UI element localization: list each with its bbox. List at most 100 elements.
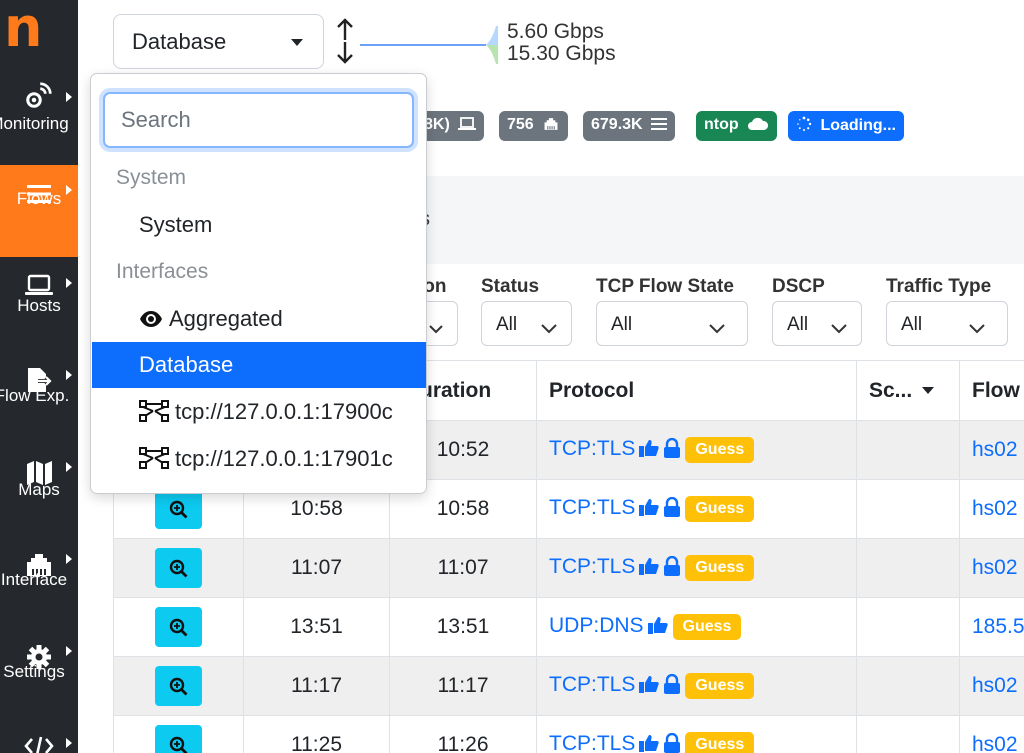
thumbs-up-icon [639,735,660,752]
flow-link[interactable]: 185.5 [959,597,1024,657]
chevron-down-icon [429,318,443,340]
thumbs-up-icon [639,440,660,457]
l4-protocol-link[interactable]: TCP [549,555,591,578]
search-plus-icon [169,677,188,696]
upload-speed: 5.60 Gbps [507,20,604,43]
l4-protocol-link[interactable]: TCP [549,496,591,519]
chevron-down-icon [831,318,847,340]
protocol-cell: TCP:TLS Guess [536,715,857,753]
lock-icon [664,673,681,694]
hosts-count-badge[interactable]: 8K) [418,111,485,141]
loading-badge[interactable]: Loading... [788,111,904,141]
flow-link[interactable]: hs02 [959,715,1024,753]
chevron-down-icon [709,318,725,340]
l7-protocol-link[interactable]: DNS [599,614,643,637]
guess-badge: Guess [685,496,755,522]
filter-dscp-select[interactable]: All [772,301,862,346]
interface-select[interactable]: Database [113,14,324,69]
lock-icon [664,437,681,458]
table-row: 11:07 11:07 TCP:TLS Guess hs02 [113,538,1024,598]
duration-cell: 13:51 [389,597,537,657]
caret-right-icon [66,554,72,564]
first-seen-cell: 11:17 [243,656,390,716]
sidebar-item-hosts[interactable]: Hosts [0,266,78,358]
column-header-score[interactable]: Sc... [856,360,960,421]
l4-protocol-link[interactable]: UDP [549,614,593,637]
spinner-icon [797,116,812,131]
ethernet-icon [544,118,558,130]
zoom-flow-button[interactable] [155,607,202,647]
lock-icon [664,555,681,576]
caret-right-icon [66,370,72,380]
l4-protocol-link[interactable]: TCP [549,437,591,460]
dropdown-item-aggregated[interactable]: Aggregated [92,296,426,342]
dropdown-group-header-interfaces: Interfaces [116,260,209,283]
sidebar: n Monitoring Flows Hosts Flow Exp. Map [0,0,78,753]
l4-protocol-link[interactable]: TCP [549,732,591,753]
bars-icon [651,118,668,130]
sidebar-item-developer[interactable] [0,726,78,753]
cloud-icon [748,117,769,130]
flow-link[interactable]: hs02 [959,656,1024,716]
sidebar-item-maps[interactable]: Maps [0,450,78,542]
laptop-icon [458,117,477,130]
flow-link[interactable]: hs02 [959,479,1024,539]
l7-protocol-link[interactable]: TLS [597,732,636,753]
lock-icon [664,732,681,753]
thumbs-up-icon [639,676,660,693]
sidebar-item-flow-exporters[interactable]: Flow Exp. [0,358,78,450]
first-seen-cell: 13:51 [243,597,390,657]
flows-count-badge[interactable]: 679.3K [583,111,676,141]
guess-badge: Guess [685,555,755,581]
chevron-down-icon [969,318,985,340]
l7-protocol-link[interactable]: TLS [597,555,636,578]
zoom-flow-button[interactable] [155,725,202,753]
l4-protocol-link[interactable]: TCP [549,673,591,696]
column-header-flow[interactable]: Flow [959,360,1024,421]
ntopng-logo[interactable]: n [4,1,48,58]
flow-link[interactable]: hs02 [959,420,1024,480]
interface-search-input[interactable] [103,92,414,148]
sidebar-item-label: Monitoring [0,114,69,133]
flow-link[interactable]: hs02 [959,538,1024,598]
filter-status-select[interactable]: All [481,301,572,346]
network-hub-icon [139,447,169,469]
dropdown-item-database[interactable]: Database [92,342,426,388]
sidebar-item-flows[interactable]: Flows [0,165,78,257]
filter-label-dscp: DSCP [772,276,825,297]
guess-badge: Guess [685,732,755,753]
dropdown-item-tcp-17901[interactable]: tcp://127.0.0.1:17901c [92,436,426,482]
dropdown-item-tcp-17900[interactable]: tcp://127.0.0.1:17900c [92,389,426,435]
protocol-cell: TCP:TLS Guess [536,656,857,716]
sidebar-item-monitoring[interactable]: Monitoring [0,80,78,172]
dropdown-item-system[interactable]: System [92,202,426,248]
sidebar-item-interface[interactable]: Interface [0,542,78,634]
caret-right-icon [66,278,72,288]
filter-tcp-flow-state-select[interactable]: All [596,301,748,346]
l7-protocol-link[interactable]: TLS [597,673,636,696]
guess-badge: Guess [685,437,755,463]
ntop-cloud-badge[interactable]: ntop [696,111,778,141]
duration-cell: 11:26 [389,715,537,753]
traffic-sparkline [360,26,498,64]
lock-icon [664,496,681,517]
updown-arrows-icon [334,18,356,64]
network-hub-icon [139,400,169,422]
filter-traffic-type-select[interactable]: All [886,301,1008,346]
protocol-cell: TCP:TLS Guess [536,538,857,598]
sidebar-item-settings[interactable]: Settings [0,634,78,726]
devices-count-badge[interactable]: 756 [499,111,569,141]
eye-icon [140,311,162,327]
l7-protocol-link[interactable]: TLS [597,496,636,519]
column-header-protocol[interactable]: Protocol [536,360,857,421]
table-row: 13:51 13:51 UDP:DNS Guess 185.5 [113,597,1024,657]
caret-right-icon [66,462,72,472]
zoom-flow-button[interactable] [155,548,202,588]
search-plus-icon [169,559,188,578]
zoom-flow-button[interactable] [155,666,202,706]
caret-right-icon [66,185,72,195]
filter-label-traffic-type: Traffic Type [886,276,992,297]
search-plus-icon [169,618,188,637]
zoom-flow-button[interactable] [155,489,202,529]
l7-protocol-link[interactable]: TLS [597,437,636,460]
